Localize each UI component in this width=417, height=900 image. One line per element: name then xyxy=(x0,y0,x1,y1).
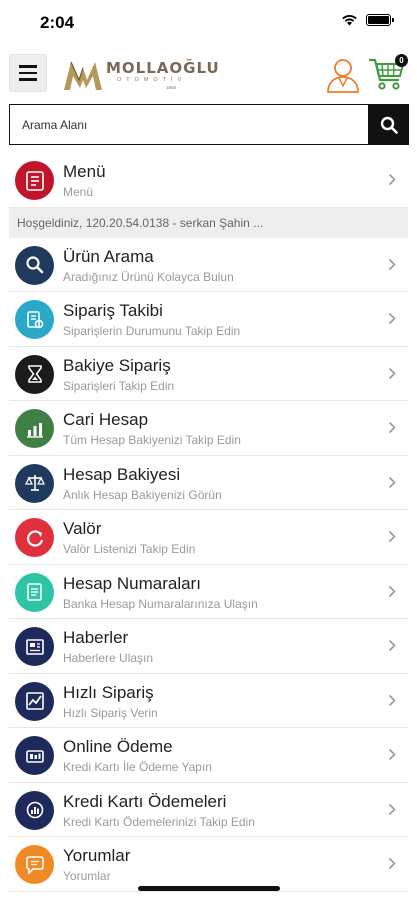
chevron-right-icon xyxy=(388,803,396,815)
item-subtitle: Banka Hesap Numaralarınıza Ulaşın xyxy=(63,596,258,611)
item-title: Online Ödeme xyxy=(63,737,173,756)
order-tracking-icon xyxy=(15,300,54,339)
chevron-right-icon xyxy=(388,312,396,325)
cart-count-badge: 0 xyxy=(395,54,408,67)
chevron-right-icon xyxy=(388,173,396,186)
item-title: Ürün Arama xyxy=(63,246,154,266)
item-subtitle: Haberlere Ulaşın xyxy=(63,651,154,665)
list-item-5[interactable]: Hesap Bakiyesi Anlık Hesap Bakiyenizi Gör… xyxy=(9,456,408,510)
list-item-10[interactable]: Online Ödeme Kredi Kartı İle Ödeme Yapın xyxy=(9,728,408,783)
chevron-right-icon xyxy=(388,476,396,488)
item-subtitle: Anlık Hesap Bakiyenizi Görün xyxy=(63,487,222,502)
scales-icon xyxy=(15,463,54,503)
refresh-icon xyxy=(15,518,54,557)
item-title: Menü xyxy=(63,162,106,181)
item-subtitle: Siparişlerin Durumunu Takip Edin xyxy=(63,324,241,338)
battery-icon xyxy=(366,14,394,26)
chevron-right-icon xyxy=(388,639,396,652)
chevron-right-icon xyxy=(388,367,396,379)
list-item-7[interactable]: Hesap Numaraları Banka Hesap Numaralarını… xyxy=(9,565,408,619)
menu-items: Ürün Arama Aradığınız Ürünü Kolayca Bulun… xyxy=(0,238,417,892)
item-title: Sipariş Takibi xyxy=(63,301,163,320)
user-account-button[interactable] xyxy=(325,56,361,94)
chart-line-icon xyxy=(15,681,54,721)
chevron-right-icon xyxy=(388,585,396,597)
item-title: Hesap Bakiyesi xyxy=(63,464,181,484)
newspaper-icon xyxy=(15,627,54,666)
list-item-1[interactable]: Ürün Arama Aradığınız Ürünü Kolayca Bulun xyxy=(9,238,408,292)
logo-name: MOLLAOĞLU xyxy=(106,59,220,77)
item-subtitle: Yorumlar xyxy=(63,869,111,883)
item-subtitle: Menü xyxy=(63,185,94,199)
comment-icon xyxy=(15,845,54,884)
menu-list: Menü Menü Hoşgeldiniz, 120.20.54.0138 - … xyxy=(0,153,417,892)
chevron-right-icon xyxy=(388,258,396,270)
item-title: Kredi Kartı Ödemeleri xyxy=(63,791,227,811)
magnifier-icon xyxy=(15,245,54,285)
status-time: 2:04 xyxy=(40,13,75,32)
item-title: Cari Hesap xyxy=(63,410,149,429)
chevron-right-icon xyxy=(388,421,396,434)
app-header: MOLLAOĞLU OTOMOTİV 1958 0 xyxy=(0,46,417,102)
item-title: Hızlı Sipariş xyxy=(63,682,154,702)
item-title: Hesap Numaraları xyxy=(63,573,201,593)
item-subtitle: Tüm Hesap Bakiyenizi Takip Edin xyxy=(63,433,241,447)
hamburger-menu-button[interactable] xyxy=(9,54,47,92)
item-title: Haberler xyxy=(63,628,129,647)
search-icon xyxy=(380,116,398,134)
search-input[interactable] xyxy=(9,104,369,145)
brand-logo[interactable]: MOLLAOĞLU OTOMOTİV 1958 xyxy=(62,56,227,94)
chevron-right-icon xyxy=(388,857,396,870)
payment-icon xyxy=(15,736,54,775)
status-bar: 2:04 xyxy=(0,0,417,46)
logo-mark-icon xyxy=(64,61,102,90)
item-subtitle: Kredi Kartı Ödemelerinizi Takip Edin xyxy=(63,814,255,829)
document-icon xyxy=(15,572,54,612)
stats-circle-icon xyxy=(15,790,54,830)
list-item-menu[interactable]: Menü Menü xyxy=(9,153,408,208)
hamburger-icon xyxy=(19,65,37,68)
wifi-icon xyxy=(342,14,357,26)
item-subtitle: Hızlı Sipariş Verin xyxy=(63,705,158,720)
item-subtitle: Aradığınız Ürünü Kolayca Bulun xyxy=(63,269,234,284)
list-item-2[interactable]: Sipariş Takibi Siparişlerin Durumunu Taki… xyxy=(9,292,408,347)
item-title: Bakiye Sipariş xyxy=(63,355,171,375)
chevron-right-icon xyxy=(388,748,396,761)
hourglass-icon xyxy=(15,354,54,394)
cart-button[interactable]: 0 xyxy=(368,54,408,94)
chevron-right-icon xyxy=(388,694,396,706)
search-button[interactable] xyxy=(368,104,409,145)
item-subtitle: Kredi Kartı İle Ödeme Yapın xyxy=(63,760,212,774)
logo-year: 1958 xyxy=(166,85,177,90)
home-indicator xyxy=(138,886,280,891)
item-title: Valör xyxy=(63,519,102,538)
list-item-4[interactable]: Cari Hesap Tüm Hesap Bakiyenizi Takip Edi… xyxy=(9,401,408,456)
menu-list-icon xyxy=(15,161,54,200)
logo-subtitle: OTOMOTİV xyxy=(117,77,187,83)
search-bar xyxy=(9,104,409,145)
chevron-right-icon xyxy=(388,530,396,543)
item-subtitle: Valör Listenizi Takip Edin xyxy=(63,542,196,556)
list-item-8[interactable]: Haberler Haberlere Ulaşın xyxy=(9,619,408,674)
item-title: Yorumlar xyxy=(63,846,131,865)
list-item-11[interactable]: Kredi Kartı Ödemeleri Kredi Kartı Ödemele… xyxy=(9,783,408,837)
list-item-6[interactable]: Valör Valör Listenizi Takip Edin xyxy=(9,510,408,565)
user-icon xyxy=(327,59,359,93)
list-item-3[interactable]: Bakiye Sipariş Siparişleri Takip Edin xyxy=(9,347,408,401)
welcome-text: Hoşgeldiniz, 120.20.54.0138 - serkan Şah… xyxy=(17,215,264,230)
bar-chart-icon xyxy=(15,409,54,448)
list-item-12[interactable]: Yorumlar Yorumlar xyxy=(9,837,408,892)
status-icons xyxy=(341,14,394,26)
list-item-9[interactable]: Hızlı Sipariş Hızlı Sipariş Verin xyxy=(9,674,408,728)
item-subtitle: Siparişleri Takip Edin xyxy=(63,378,175,393)
welcome-bar: Hoşgeldiniz, 120.20.54.0138 - serkan Şah… xyxy=(9,207,408,238)
